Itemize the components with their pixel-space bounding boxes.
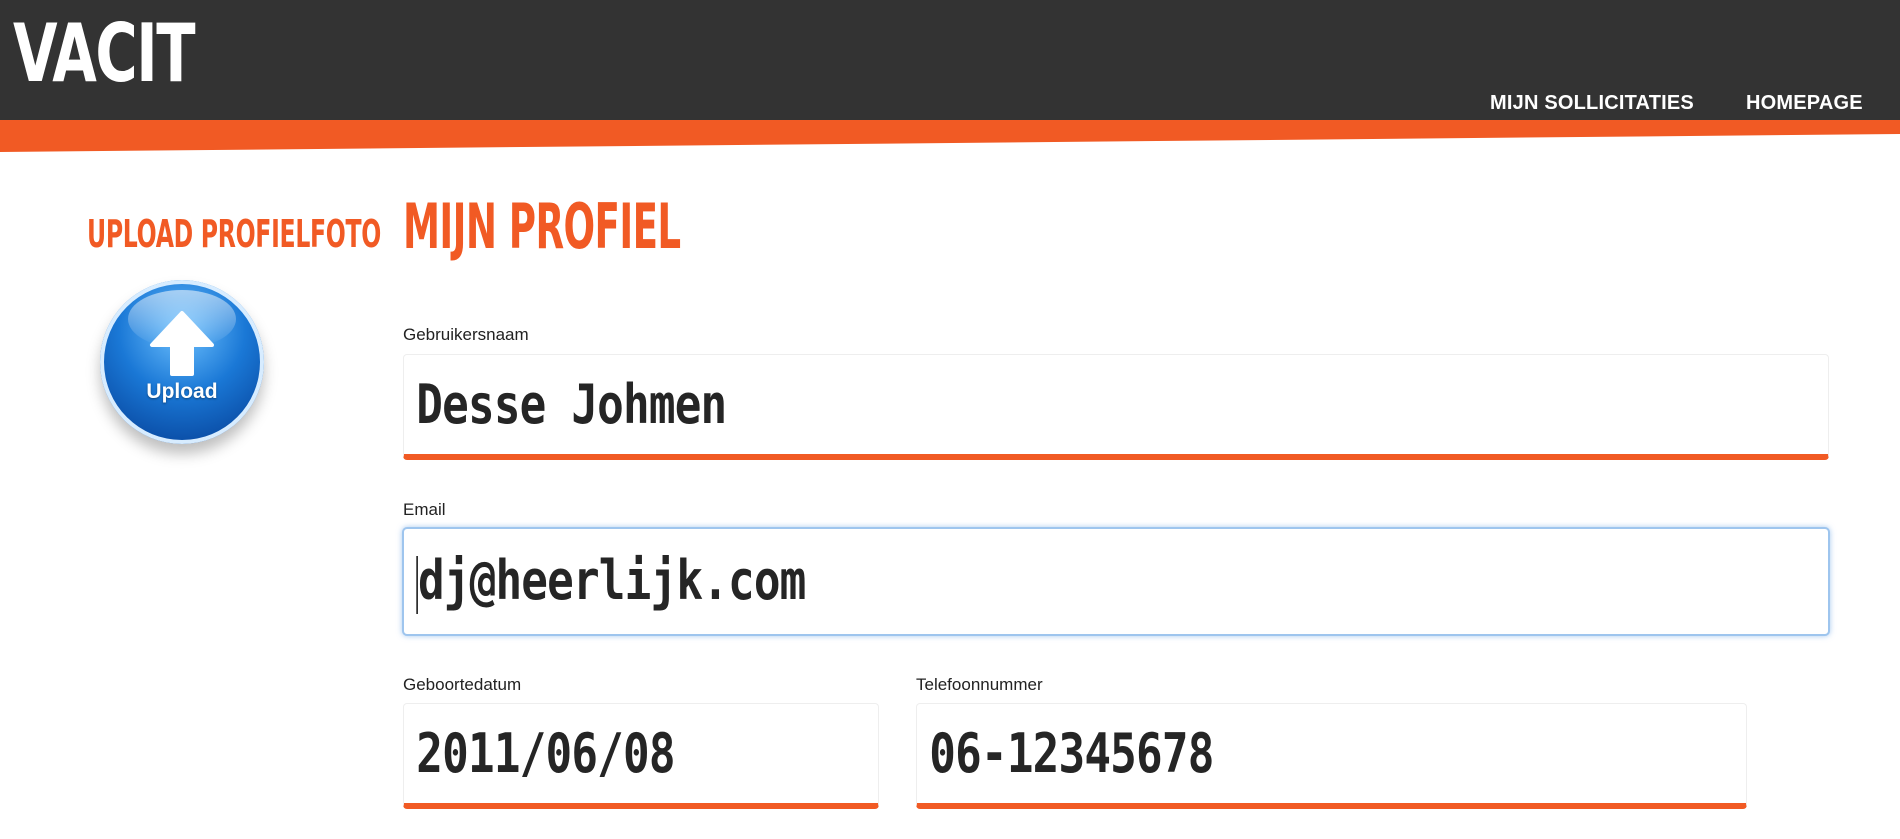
site-header: VACIT MIJN SOLLICITATIES HOMEPAGE (0, 0, 1900, 127)
upload-arrow-icon (150, 311, 214, 376)
upload-button-label: Upload (146, 380, 218, 403)
email-field[interactable]: dj@heerlijk.com (402, 527, 1830, 636)
upload-profile-photo-heading: UPLOAD PROFIELFOTO (87, 212, 382, 256)
username-value: Desse Johmen (416, 373, 727, 436)
username-label: Gebruikersnaam (403, 325, 529, 344)
email-label: Email (403, 500, 446, 519)
phone-field[interactable]: 06-12345678 (916, 703, 1747, 809)
birthdate-value: 2011/06/08 (416, 722, 675, 785)
birthdate-field[interactable]: 2011/06/08 (403, 703, 879, 809)
site-logo[interactable]: VACIT (13, 4, 195, 104)
phone-value: 06-12345678 (929, 722, 1214, 785)
page-title: MIJN PROFIEL (403, 190, 681, 263)
email-value-wrapper: dj@heerlijk.com (404, 549, 806, 614)
upload-profile-photo-button[interactable]: Upload (100, 280, 264, 444)
nav-link-mijn-sollicitaties[interactable]: MIJN SOLLICITATIES (1490, 92, 1694, 115)
birthdate-label: Geboortedatum (403, 675, 522, 694)
username-field[interactable]: Desse Johmen (403, 354, 1829, 460)
header-accent-band (0, 120, 1900, 152)
email-value: dj@heerlijk.com (417, 549, 806, 613)
phone-label: Telefoonnummer (916, 675, 1043, 694)
nav-link-homepage[interactable]: HOMEPAGE (1746, 92, 1863, 115)
